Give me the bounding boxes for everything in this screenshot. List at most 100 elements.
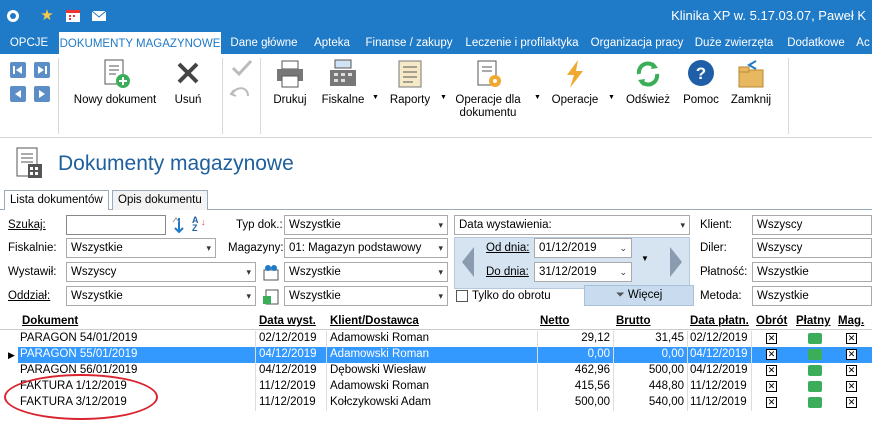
- col-mag[interactable]: Mag.: [838, 315, 864, 327]
- issuer-select[interactable]: Wszyscy ▾: [66, 262, 256, 282]
- turnover-only-checkbox[interactable]: [456, 290, 468, 302]
- chevron-down-icon: ▾: [438, 291, 443, 301]
- reports-dropdown-icon[interactable]: ▼: [440, 94, 447, 101]
- page-title: Dokumenty magazynowe: [58, 152, 294, 175]
- turnover-checkbox-icon[interactable]: ✕: [766, 381, 777, 392]
- to-date-input[interactable]: 31/12/2019 ⌄: [534, 262, 632, 282]
- fiscal-button[interactable]: Fiskalne: [318, 58, 368, 107]
- new-document-button[interactable]: Nowy dokument: [70, 58, 160, 107]
- cell-gross: 500,00: [614, 363, 688, 379]
- app-menu-icon[interactable]: [4, 7, 22, 25]
- extra-filter-select-1[interactable]: Wszystkie ▾: [284, 262, 448, 282]
- warehouse-checkbox-icon[interactable]: ✕: [846, 381, 857, 392]
- turnover-checkbox-icon[interactable]: ✕: [766, 365, 777, 376]
- first-record-icon[interactable]: [10, 62, 26, 78]
- sort-az-icon[interactable]: A Z ↓: [192, 216, 210, 234]
- filter-icon-2[interactable]: [262, 288, 280, 306]
- cell-doc: PARAGON 55/01/2019: [20, 347, 256, 363]
- filter-icon-1[interactable]: [262, 264, 280, 282]
- tab-finanse[interactable]: Finanse / zakupy: [360, 32, 458, 54]
- star-icon[interactable]: ★: [38, 7, 56, 25]
- warehouse-checkbox-icon[interactable]: ✕: [846, 365, 857, 376]
- col-brutto[interactable]: Brutto: [616, 315, 651, 327]
- col-dokument[interactable]: Dokument: [22, 315, 78, 327]
- tab-opis-dokumentu[interactable]: Opis dokumentu: [112, 190, 208, 210]
- doc-type-select[interactable]: Wszystkie ▾: [284, 215, 448, 235]
- last-record-icon[interactable]: [34, 62, 50, 78]
- client-value: Wszyscy: [757, 219, 803, 231]
- col-klient[interactable]: Klient/Dostawca: [330, 315, 419, 327]
- table-row[interactable]: PARAGON 54/01/2019 02/12/2019 Adamowski Ro…: [18, 331, 872, 347]
- tab-dokumenty-magazynowe[interactable]: DOKUMENTY MAGAZYNOWE: [59, 32, 221, 54]
- mail-icon[interactable]: [90, 7, 108, 25]
- dealer-select[interactable]: Wszyscy: [752, 238, 872, 258]
- col-data-wyst[interactable]: Data wyst.: [259, 315, 316, 327]
- tab-dodatkowe[interactable]: Dodatkowe: [780, 32, 852, 54]
- tab-ac[interactable]: Ac: [854, 32, 872, 54]
- prev-record-icon[interactable]: [10, 86, 26, 102]
- fiscal-select[interactable]: Wszystkie ▾: [66, 238, 216, 258]
- cell-client: Adamowski Roman: [330, 331, 538, 347]
- turnover-only-label: Tylko do obrotu: [472, 290, 551, 302]
- next-record-icon[interactable]: [34, 86, 50, 102]
- operations-button[interactable]: Operacje: [546, 58, 604, 107]
- from-date-value: 01/12/2019: [539, 242, 597, 254]
- tab-duze-zwierzeta[interactable]: Duże zwierzęta: [690, 32, 778, 54]
- cell-paydate: 04/12/2019: [690, 347, 752, 363]
- cell-net: 415,56: [540, 379, 614, 395]
- next-period-icon[interactable]: [668, 245, 684, 279]
- approve-button[interactable]: [228, 58, 256, 102]
- period-dropdown-icon[interactable]: ▼: [641, 254, 649, 263]
- warehouse-checkbox-icon[interactable]: ✕: [846, 333, 857, 344]
- search-input[interactable]: [66, 215, 166, 235]
- payment-select[interactable]: Wszystkie: [752, 262, 872, 282]
- check-icon: [230, 58, 254, 78]
- document-operations-button[interactable]: Operacje dla dokumentu: [452, 58, 524, 120]
- from-date-input[interactable]: 01/12/2019 ⌄: [534, 238, 632, 258]
- col-netto[interactable]: Netto: [540, 315, 569, 327]
- turnover-checkbox-icon[interactable]: ✕: [766, 397, 777, 408]
- table-row[interactable]: PARAGON 56/01/2019 04/12/2019 Dębowski Wie…: [18, 363, 872, 379]
- help-button[interactable]: ? Pomoc: [680, 58, 722, 107]
- turnover-checkbox-icon[interactable]: ✕: [766, 349, 777, 360]
- tab-leczenie[interactable]: Leczenie i profilaktyka: [460, 32, 584, 54]
- document-operations-dropdown-icon[interactable]: ▼: [534, 94, 541, 101]
- method-select[interactable]: Wszystkie: [752, 286, 872, 306]
- tab-organizacja[interactable]: Organizacja pracy: [586, 32, 688, 54]
- turnover-checkbox-icon[interactable]: ✕: [766, 333, 777, 344]
- warehouse-checkbox-icon[interactable]: ✕: [846, 349, 857, 360]
- col-data-platn[interactable]: Data płatn.: [690, 315, 749, 327]
- reports-button[interactable]: Raporty: [384, 58, 436, 107]
- delete-icon: [171, 58, 205, 90]
- print-button[interactable]: Drukuj: [266, 58, 314, 107]
- warehouse-select[interactable]: 01: Magazyn podstawowy ▾: [284, 238, 448, 258]
- col-platny[interactable]: Płatny: [796, 315, 831, 327]
- tab-opcje[interactable]: OPCJE: [0, 32, 58, 54]
- branch-value: Wszystkie: [71, 290, 123, 302]
- tab-apteka[interactable]: Apteka: [306, 32, 358, 54]
- refresh-button[interactable]: Odśwież: [622, 58, 674, 107]
- tab-dane-glowne[interactable]: Dane główne: [224, 32, 304, 54]
- operations-dropdown-icon[interactable]: ▼: [608, 94, 615, 101]
- calendar-icon[interactable]: [64, 7, 82, 25]
- cell-net: 29,12: [540, 331, 614, 347]
- prev-period-icon[interactable]: [460, 245, 476, 279]
- sort-ascending-icon[interactable]: [170, 216, 188, 234]
- warehouse-checkbox-icon[interactable]: ✕: [846, 397, 857, 408]
- col-obrot[interactable]: Obrót: [756, 315, 787, 327]
- fiscal-dropdown-icon[interactable]: ▼: [372, 94, 379, 101]
- client-select[interactable]: Wszyscy: [752, 215, 872, 235]
- paid-status-icon: [808, 397, 822, 408]
- chevron-down-icon: ▾: [438, 220, 443, 230]
- extra-filter-select-2[interactable]: Wszystkie ▾: [284, 286, 448, 306]
- more-filters-button[interactable]: ⏷ Więcej: [584, 285, 694, 306]
- branch-select[interactable]: Wszystkie ▾: [66, 286, 256, 306]
- table-row[interactable]: PARAGON 55/01/2019 04/12/2019 Adamowski Ro…: [18, 347, 872, 363]
- table-header: Dokument Data wyst. Klient/Dostawca Nett…: [0, 313, 872, 330]
- reports-icon: [393, 58, 427, 90]
- date-field-select[interactable]: Data wystawienia: ▾: [454, 215, 690, 235]
- tab-lista-dokumentow[interactable]: Lista dokumentów: [4, 190, 109, 211]
- delete-button[interactable]: Usuń: [166, 58, 210, 107]
- delete-label: Usuń: [174, 94, 202, 106]
- close-button[interactable]: Zamknij: [726, 58, 776, 107]
